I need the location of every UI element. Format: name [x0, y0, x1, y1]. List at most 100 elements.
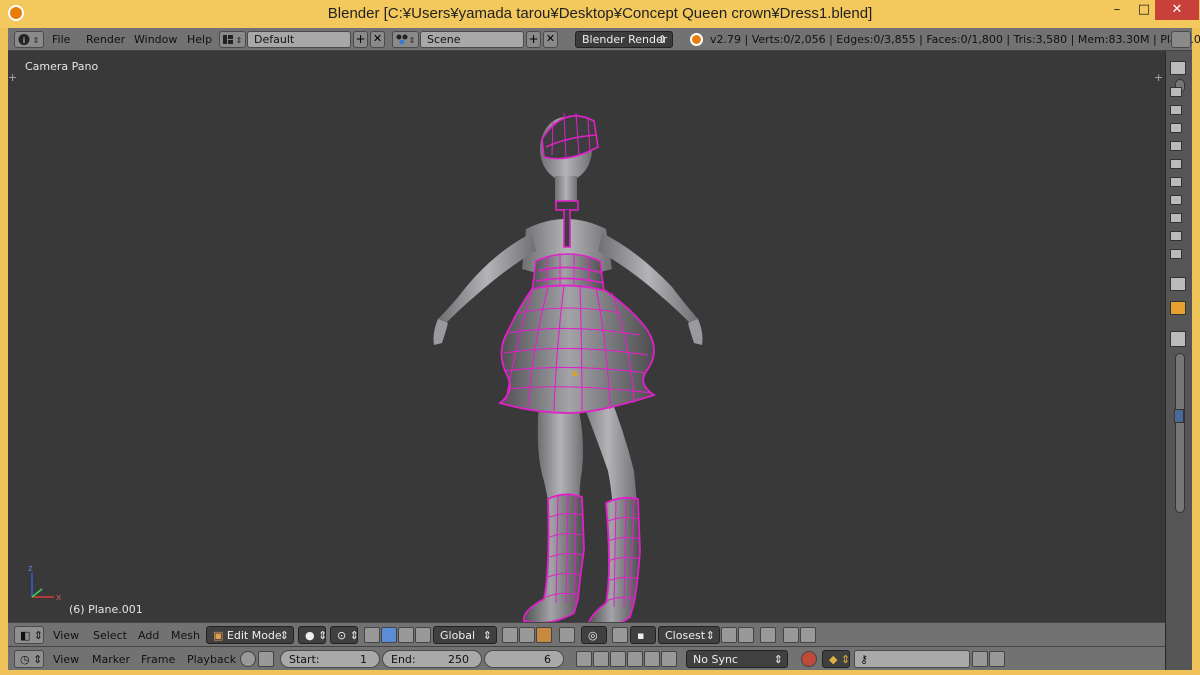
maximize-button[interactable]: □: [1131, 0, 1157, 20]
screen-layout-browse-button[interactable]: ⇕: [219, 31, 246, 48]
menu-help[interactable]: Help: [187, 33, 212, 46]
svg-text:⇕: ⇕: [409, 36, 416, 45]
chevron-updown-icon: ⇕: [657, 33, 667, 46]
scene-icon: ⇕: [396, 34, 416, 45]
snap-target-dropdown[interactable]: Closest ⇕: [658, 626, 720, 644]
opengl-render-icon[interactable]: [760, 627, 776, 643]
sync-label: No Sync: [693, 653, 738, 666]
right-boot-mesh: [588, 496, 641, 622]
scene-field[interactable]: Scene: [420, 31, 524, 48]
editor-type-timeline-button[interactable]: ◷ ⇕: [14, 650, 44, 668]
add-scene-icon[interactable]: +: [526, 31, 541, 48]
opengl-animation-icon[interactable]: [783, 627, 799, 643]
jump-keyframe-forward-icon[interactable]: [644, 651, 660, 667]
clock-icon: ◷ ⇕: [20, 653, 43, 666]
render-view-icon[interactable]: [800, 627, 816, 643]
playback-menu[interactable]: Playback: [187, 653, 236, 666]
play-icon[interactable]: [627, 651, 643, 667]
manipulator-toggle-icon[interactable]: [364, 627, 380, 643]
title-bar: Blender [C:¥Users¥yamada tarou¥Desktop¥C…: [0, 0, 1200, 28]
properties-editor-icon[interactable]: [1170, 61, 1186, 75]
snap-align-icon[interactable]: [721, 627, 737, 643]
timeline-view-menu[interactable]: View: [53, 653, 79, 666]
start-frame-field[interactable]: Start: 1: [280, 650, 380, 668]
minimize-button[interactable]: –: [1104, 0, 1130, 20]
outliner-item-icon[interactable]: [1170, 249, 1182, 259]
sync-mode-dropdown[interactable]: No Sync ⇕: [686, 650, 788, 668]
mesh-menu[interactable]: Mesh: [171, 629, 200, 642]
edge-select-icon[interactable]: [519, 627, 535, 643]
menu-render[interactable]: Render: [86, 33, 125, 46]
face-select-icon[interactable]: [536, 627, 552, 643]
viewport-shading-dropdown[interactable]: ● ⇕: [298, 626, 328, 644]
properties-scrollbar[interactable]: [1175, 353, 1185, 513]
pin-icon[interactable]: [1170, 301, 1186, 315]
transform-orientation-dropdown[interactable]: Global ⇕: [433, 626, 497, 644]
menu-file[interactable]: File: [52, 33, 70, 46]
axis-z-label: z: [28, 564, 33, 574]
menu-window[interactable]: Window: [134, 33, 177, 46]
proportional-edit-dropdown[interactable]: ◎: [581, 626, 607, 644]
scroll-grip-icon[interactable]: [1174, 409, 1184, 423]
add-layout-icon[interactable]: +: [353, 31, 368, 48]
preview-range-icon[interactable]: [240, 651, 256, 667]
axis-x-label: x: [56, 593, 62, 603]
outliner-item-icon[interactable]: [1170, 87, 1182, 97]
outliner-item-icon[interactable]: [1170, 159, 1182, 169]
pivot-point-dropdown[interactable]: ⊙ ⇕: [330, 626, 359, 644]
outliner-item-icon[interactable]: [1170, 231, 1182, 241]
record-icon[interactable]: [801, 651, 817, 667]
snap-project-icon[interactable]: [738, 627, 754, 643]
outliner-item-icon[interactable]: [1170, 141, 1182, 151]
render-properties-icon[interactable]: [1170, 277, 1186, 291]
3d-view-header: ◧ ⇕ View Select Add Mesh ▣ Edit Mode ⇕ ●…: [8, 622, 1165, 646]
render-engine-dropdown[interactable]: Blender Render ⇕: [575, 31, 673, 48]
chevron-updown-icon: ⇕: [279, 629, 289, 642]
screen-layout-field[interactable]: Default: [247, 31, 351, 48]
jump-start-icon[interactable]: [576, 651, 592, 667]
marker-menu[interactable]: Marker: [92, 653, 130, 666]
outliner-item-icon[interactable]: [1170, 195, 1182, 205]
timeline-header: ◷ ⇕ View Marker Frame Playback Start: 1 …: [8, 646, 1165, 670]
vertex-select-icon[interactable]: [502, 627, 518, 643]
jump-keyframe-back-icon[interactable]: [593, 651, 609, 667]
limit-selection-icon[interactable]: [559, 627, 575, 643]
outliner-item-icon[interactable]: [1170, 177, 1182, 187]
editor-type-3dview-button[interactable]: ◧ ⇕: [14, 626, 44, 644]
properties-dropdown-icon[interactable]: [1170, 331, 1186, 347]
jump-end-icon[interactable]: [661, 651, 677, 667]
area-split-icon[interactable]: [1171, 31, 1191, 48]
lock-range-icon[interactable]: [258, 651, 274, 667]
shading-icon: ● ⇕: [305, 629, 328, 642]
frame-menu[interactable]: Frame: [141, 653, 175, 666]
view-menu[interactable]: View: [53, 629, 79, 642]
play-reverse-icon[interactable]: [610, 651, 626, 667]
mode-dropdown[interactable]: ▣ Edit Mode ⇕: [206, 626, 294, 644]
outliner-item-icon[interactable]: [1170, 105, 1182, 115]
end-frame-field[interactable]: End: 250: [382, 650, 482, 668]
add-menu[interactable]: Add: [138, 629, 159, 642]
snap-element-dropdown[interactable]: ▪: [630, 626, 656, 644]
translate-manipulator-icon[interactable]: [381, 627, 397, 643]
window-title: Blender [C:¥Users¥yamada tarou¥Desktop¥C…: [327, 5, 873, 22]
outliner-item-icon[interactable]: [1170, 213, 1182, 223]
3d-viewport[interactable]: Camera Pano + + z x (6) Plane.001: [8, 51, 1165, 622]
outliner-item-icon[interactable]: [1170, 123, 1182, 133]
scale-manipulator-icon[interactable]: [415, 627, 431, 643]
cube-icon: ◧ ⇕: [20, 629, 44, 642]
rotate-manipulator-icon[interactable]: [398, 627, 414, 643]
insert-keyframe-icon[interactable]: [972, 651, 988, 667]
scene-browse-button[interactable]: ⇕: [392, 31, 419, 48]
delete-keyframe-icon[interactable]: [989, 651, 1005, 667]
keying-dropdown[interactable]: ◆ ⇕: [822, 650, 850, 668]
snap-toggle-icon[interactable]: [612, 627, 628, 643]
remove-scene-icon[interactable]: ✕: [543, 31, 558, 48]
current-frame-field[interactable]: 6: [484, 650, 564, 668]
remove-layout-icon[interactable]: ✕: [370, 31, 385, 48]
close-button[interactable]: ✕: [1155, 0, 1199, 20]
keying-set-field[interactable]: ⚷: [854, 650, 970, 668]
select-menu[interactable]: Select: [93, 629, 127, 642]
editor-type-info-button[interactable]: i ⇕: [14, 31, 44, 48]
end-label: End:: [391, 653, 416, 666]
layout-grid-icon: ⇕: [223, 35, 242, 45]
